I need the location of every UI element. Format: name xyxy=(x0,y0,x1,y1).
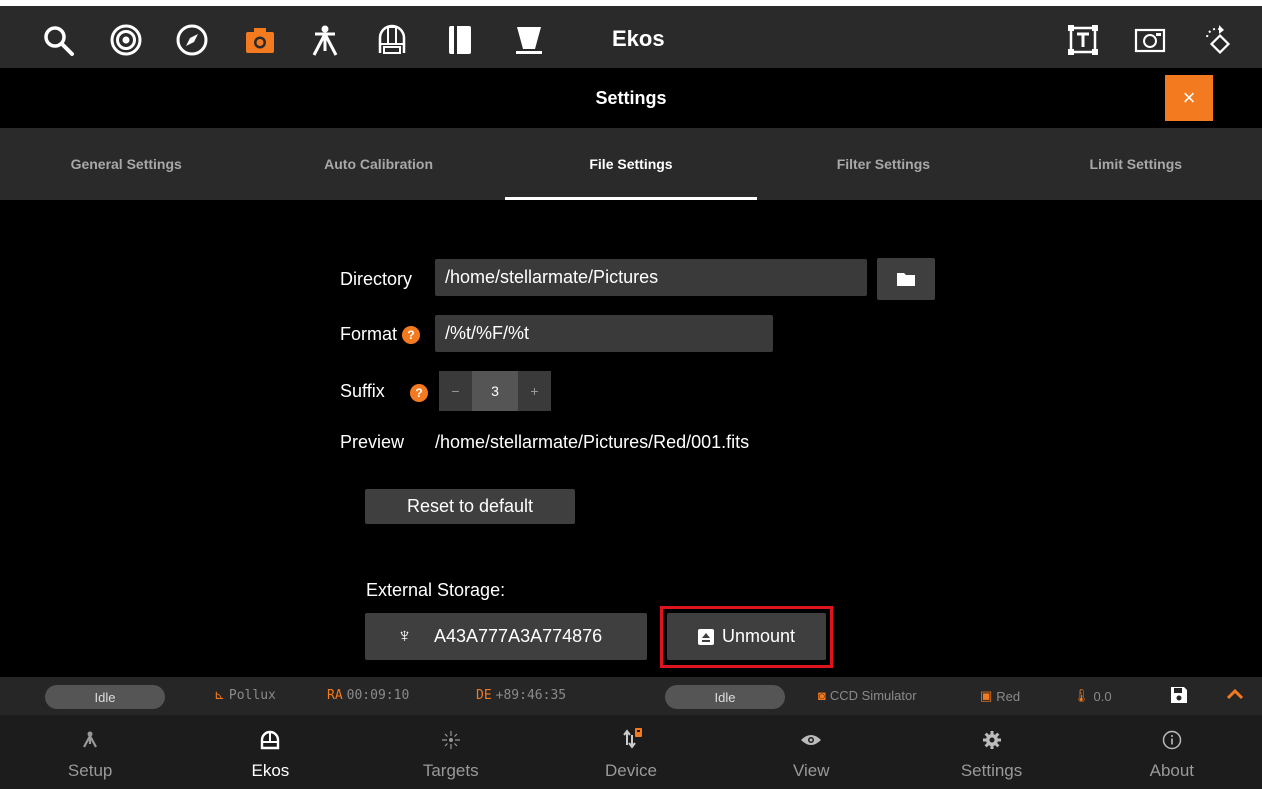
format-label: Format ? xyxy=(340,324,421,345)
mount-name: Pollux xyxy=(228,688,276,703)
external-storage-label: External Storage: xyxy=(366,580,506,600)
tab-file-settings[interactable]: File Settings xyxy=(504,128,758,200)
info-icon xyxy=(1162,727,1182,753)
suffix-label: Suffix xyxy=(340,381,385,401)
suffix-decrement-button[interactable]: − xyxy=(439,371,472,411)
folder-icon xyxy=(897,273,915,286)
usb-icon: ♆ xyxy=(397,625,412,647)
settings-tabs: General Settings Auto Calibration File S… xyxy=(0,128,1262,200)
camera-status-pill: Idle xyxy=(665,685,785,709)
tab-limit-settings[interactable]: Limit Settings xyxy=(1010,128,1262,200)
format-help-icon[interactable]: ? xyxy=(402,326,421,345)
notebook-icon[interactable] xyxy=(440,20,480,60)
filter-name: Red xyxy=(996,688,1021,704)
thermometer-icon: 🌡︎ xyxy=(1073,688,1090,703)
camera-icon[interactable] xyxy=(240,20,280,60)
temperature-value: 0.0 xyxy=(1093,688,1112,704)
suffix-stepper: − 3 + xyxy=(439,371,551,411)
nav-setup-label: Setup xyxy=(67,761,113,780)
rotate-icon[interactable] xyxy=(1196,20,1236,60)
nav-device-label: Device xyxy=(605,761,657,780)
storage-device-button[interactable]: ♆ A43A777A3A774876 xyxy=(365,613,647,660)
nav-settings-label: Settings xyxy=(960,761,1023,780)
ekos-icon xyxy=(259,727,281,753)
targets-icon xyxy=(441,727,461,753)
preview-value: /home/stellarmate/Pictures/Red/001.fits xyxy=(435,432,750,452)
suffix-increment-button[interactable]: + xyxy=(518,371,551,411)
format-field[interactable]: /%t/%F/%t xyxy=(435,315,773,352)
browse-directory-button[interactable] xyxy=(877,258,935,300)
eye-icon xyxy=(800,727,822,753)
camera-name: CCD Simulator xyxy=(829,688,917,703)
filter-status[interactable]: ▣ Red xyxy=(980,688,1020,704)
search-icon[interactable] xyxy=(38,20,78,60)
settings-header: Settings × xyxy=(0,68,1262,128)
ra-value: 00:09:10 xyxy=(346,688,410,703)
format-label-text: Format xyxy=(340,324,398,344)
top-toolbar: Ekos xyxy=(0,0,1262,68)
directory-field[interactable]: /home/stellarmate/Pictures xyxy=(435,259,867,296)
nav-ekos-label: Ekos xyxy=(251,761,290,780)
suffix-help-icon[interactable]: ? xyxy=(410,384,428,402)
tab-general-settings[interactable]: General Settings xyxy=(0,128,252,200)
nav-view[interactable]: View xyxy=(721,715,901,789)
nav-about-label: About xyxy=(1149,761,1195,780)
nav-device[interactable]: Device xyxy=(541,715,721,789)
reset-to-default-button[interactable]: Reset to default xyxy=(365,489,575,524)
target-icon[interactable] xyxy=(106,20,146,60)
text-frame-icon[interactable] xyxy=(1063,20,1103,60)
filter-icon: ▣ xyxy=(980,688,993,703)
app-title: Ekos xyxy=(612,26,665,51)
ra-label: RA xyxy=(327,688,343,703)
tab-filter-settings[interactable]: Filter Settings xyxy=(757,128,1009,200)
tab-auto-calibration[interactable]: Auto Calibration xyxy=(252,128,504,200)
mount-icon[interactable] xyxy=(305,20,345,60)
status-bar: Idle ⊾ Pollux RA 00:09:10 DE +89:46:35 I… xyxy=(0,677,1262,715)
telescope-icon[interactable] xyxy=(508,20,548,60)
directory-label: Directory xyxy=(340,269,413,289)
storage-device-id: A43A777A3A774876 xyxy=(434,626,603,646)
nav-view-label: View xyxy=(792,761,830,780)
camera-small-icon: ◙ xyxy=(818,688,826,703)
temperature-status: 🌡︎ 0.0 xyxy=(1073,688,1112,704)
observatory-icon[interactable] xyxy=(372,20,412,60)
compass-icon[interactable] xyxy=(172,20,212,60)
save-icon[interactable] xyxy=(1170,686,1188,704)
suffix-value[interactable]: 3 xyxy=(472,371,518,411)
gear-icon xyxy=(982,727,1002,753)
nav-targets-label: Targets xyxy=(422,761,479,780)
mount-status-pill: Idle xyxy=(45,685,165,709)
close-button[interactable]: × xyxy=(1165,75,1213,121)
de-readout: DE +89:46:35 xyxy=(476,688,566,703)
settings-title: Settings xyxy=(595,88,667,108)
device-icon xyxy=(618,727,644,753)
nav-about[interactable]: About xyxy=(1082,715,1262,789)
bottom-navigation: Setup Ekos Targets Device View Settings xyxy=(0,715,1262,789)
nav-setup[interactable]: Setup xyxy=(0,715,180,789)
de-label: DE xyxy=(476,688,492,703)
camera-status[interactable]: ◙ CCD Simulator xyxy=(818,688,917,703)
mount-icon: ⊾ xyxy=(214,688,225,703)
capture-frame-icon[interactable] xyxy=(1130,20,1170,60)
nav-settings[interactable]: Settings xyxy=(901,715,1081,789)
nav-targets[interactable]: Targets xyxy=(361,715,541,789)
mount-status[interactable]: ⊾ Pollux xyxy=(214,688,276,703)
de-value: +89:46:35 xyxy=(495,688,567,703)
setup-icon xyxy=(80,727,100,753)
chevron-up-icon[interactable] xyxy=(1226,685,1244,703)
nav-ekos[interactable]: Ekos xyxy=(180,715,360,789)
ra-readout: RA 00:09:10 xyxy=(327,688,409,703)
preview-label: Preview xyxy=(340,432,405,452)
unmount-highlight xyxy=(660,606,833,668)
